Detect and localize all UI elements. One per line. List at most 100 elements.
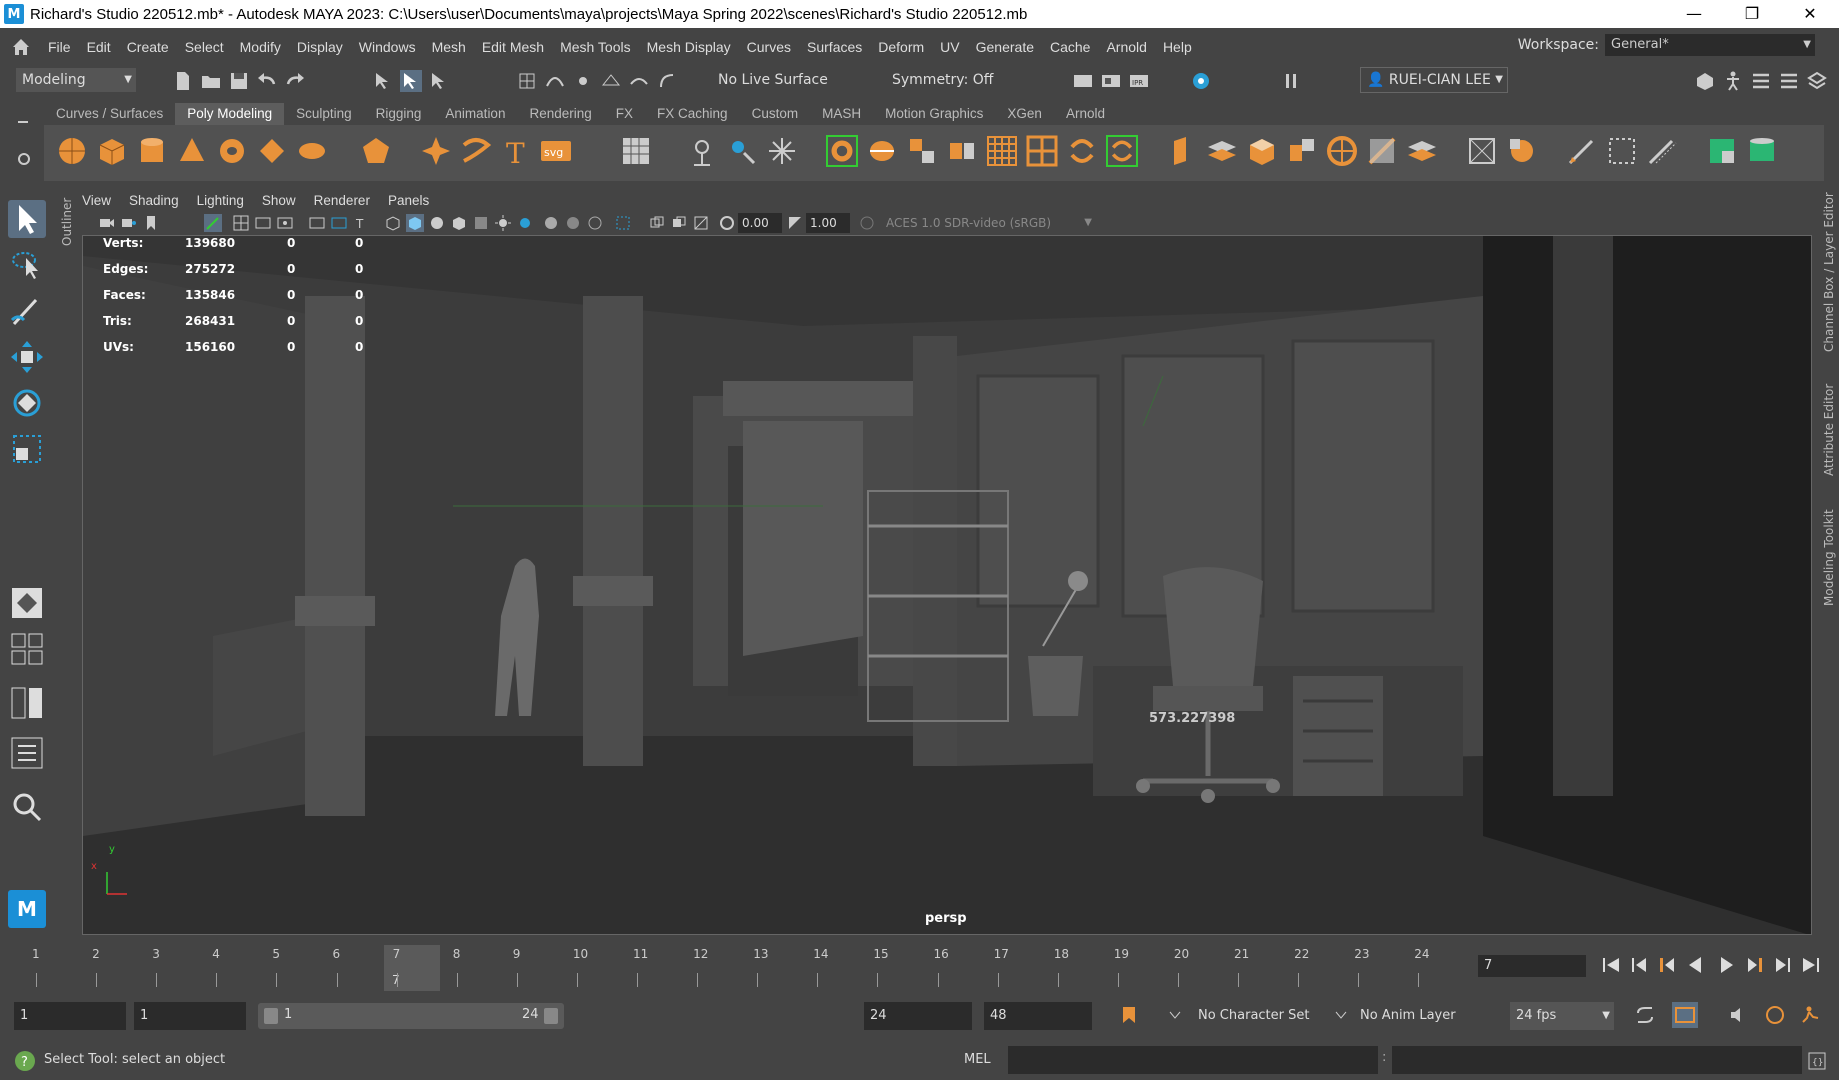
menu-create[interactable]: Create xyxy=(127,39,169,55)
restore-button[interactable]: ❐ xyxy=(1723,0,1781,28)
open-scene-icon[interactable] xyxy=(200,70,222,92)
wireframe-icon[interactable] xyxy=(384,214,402,232)
outliner-side-tab[interactable]: Outliner xyxy=(58,188,74,258)
combine-icon[interactable] xyxy=(826,135,858,167)
shelf-tab-xgen[interactable]: XGen xyxy=(995,103,1054,125)
menu-mesh-tools[interactable]: Mesh Tools xyxy=(560,39,631,55)
paint-select-tool-icon[interactable] xyxy=(8,292,46,330)
menu-set-dropdown[interactable]: Modeling ▼ xyxy=(16,68,136,92)
animation-preferences-icon[interactable] xyxy=(1800,1004,1822,1026)
shelf-tab-custom[interactable]: Custom xyxy=(740,103,811,125)
chevron-down-icon[interactable] xyxy=(1334,1008,1348,1022)
play-forwards-icon[interactable] xyxy=(1716,954,1738,976)
view-transform-dropdown[interactable]: ACES 1.0 SDR-video (sRGB) ▼ xyxy=(882,213,1096,233)
shelf-tab-mash[interactable]: MASH xyxy=(810,103,873,125)
channel-box-tab[interactable]: Channel Box / Layer Editor xyxy=(1820,192,1838,356)
shelf-tab-motion-graphics[interactable]: Motion Graphics xyxy=(873,103,995,125)
snap-to-vertex-icon[interactable] xyxy=(656,70,678,92)
step-forward-key-icon[interactable] xyxy=(1744,954,1766,976)
undo-icon[interactable] xyxy=(256,70,278,92)
retopologize-icon[interactable] xyxy=(1106,135,1138,167)
use-all-lights-icon[interactable] xyxy=(494,214,512,232)
single-pane-layout-icon[interactable] xyxy=(8,584,46,622)
go-to-end-icon[interactable] xyxy=(1800,954,1822,976)
new-scene-icon[interactable] xyxy=(172,70,194,92)
poly-torus-icon[interactable] xyxy=(216,135,248,167)
snap-to-curve-icon[interactable] xyxy=(544,70,566,92)
panel-menu-view[interactable]: View xyxy=(82,190,111,212)
menu-edit-mesh[interactable]: Edit Mesh xyxy=(482,39,544,55)
target-weld-icon[interactable] xyxy=(1466,135,1498,167)
range-end-handle[interactable] xyxy=(544,1008,558,1024)
snap-to-grid-icon[interactable] xyxy=(516,70,538,92)
shelf-tab-rendering[interactable]: Rendering xyxy=(517,103,603,125)
poly-cube-icon[interactable] xyxy=(96,135,128,167)
ipr-render-icon[interactable]: IPR xyxy=(1128,70,1150,92)
human-ik-icon[interactable] xyxy=(1722,70,1744,92)
minimize-button[interactable]: — xyxy=(1665,0,1723,28)
crease-tool-icon[interactable] xyxy=(1606,135,1638,167)
menu-edit[interactable]: Edit xyxy=(87,39,111,55)
render-view-icon[interactable] xyxy=(1072,70,1094,92)
lasso-tool-icon[interactable] xyxy=(8,246,46,284)
reduce-icon[interactable] xyxy=(1026,135,1058,167)
shelf-tab-fx-caching[interactable]: FX Caching xyxy=(645,103,740,125)
redo-icon[interactable] xyxy=(284,70,306,92)
shelf-tab-rigging[interactable]: Rigging xyxy=(364,103,434,125)
wireframe-on-shaded-icon[interactable] xyxy=(428,214,446,232)
character-set-dropdown[interactable]: No Character Set xyxy=(1192,1002,1322,1030)
two-pane-layout-icon[interactable] xyxy=(8,684,46,722)
menu-mesh-display[interactable]: Mesh Display xyxy=(647,39,731,55)
film-gate-icon[interactable] xyxy=(254,214,272,232)
panel-menu-show[interactable]: Show xyxy=(262,190,296,212)
script-editor-icon[interactable]: {} xyxy=(1806,1050,1828,1072)
color-management-icon[interactable] xyxy=(858,214,876,232)
shelf-menu-icon[interactable] xyxy=(16,115,30,129)
select-by-component-icon[interactable] xyxy=(428,70,450,92)
live-surface-field[interactable]: No Live Surface xyxy=(712,68,836,92)
smooth-icon[interactable] xyxy=(986,135,1018,167)
freeze-transform-icon[interactable] xyxy=(726,135,758,167)
menu-deform[interactable]: Deform xyxy=(878,39,924,55)
shelf-tab-poly-modeling[interactable]: Poly Modeling xyxy=(175,103,285,125)
menu-windows[interactable]: Windows xyxy=(359,39,416,55)
bookmark-icon[interactable] xyxy=(142,214,160,232)
tool-settings-icon[interactable] xyxy=(1778,70,1800,92)
pause-icon[interactable] xyxy=(1280,70,1302,92)
shelf-tab-animation[interactable]: Animation xyxy=(433,103,517,125)
resolution-gate-icon[interactable] xyxy=(276,214,294,232)
poly-cone-icon[interactable] xyxy=(176,135,208,167)
safe-action-icon[interactable] xyxy=(330,214,348,232)
extract-icon[interactable] xyxy=(906,135,938,167)
super-shape-icon[interactable] xyxy=(420,135,452,167)
motion-blur-icon[interactable] xyxy=(564,214,582,232)
attribute-editor-icon[interactable] xyxy=(1750,70,1772,92)
menu-modify[interactable]: Modify xyxy=(240,39,281,55)
modeling-toolkit-tab[interactable]: Modeling Toolkit xyxy=(1820,500,1838,610)
snap-to-view-plane-icon[interactable] xyxy=(600,70,622,92)
smooth-shade-icon[interactable] xyxy=(406,214,424,232)
range-slider[interactable]: 1 24 xyxy=(258,1003,564,1029)
shelf-tab-curves-surfaces[interactable]: Curves / Surfaces xyxy=(44,103,175,125)
extrude-icon[interactable] xyxy=(1166,135,1198,167)
center-pivot-icon[interactable] xyxy=(766,135,798,167)
outliner-layout-icon[interactable] xyxy=(8,734,46,772)
channel-box-icon[interactable] xyxy=(1806,70,1828,92)
loop-icon[interactable] xyxy=(1634,1004,1656,1026)
menu-uv[interactable]: UV xyxy=(940,39,959,55)
append-polygon-icon[interactable] xyxy=(1326,135,1358,167)
shelf-tab-sculpting[interactable]: Sculpting xyxy=(284,103,364,125)
shelf-tab-arnold[interactable]: Arnold xyxy=(1054,103,1117,125)
auto-key-icon[interactable] xyxy=(1764,1004,1786,1026)
xray-active-icon[interactable] xyxy=(670,214,688,232)
playback-start-field[interactable]: 1 xyxy=(134,1002,246,1030)
remesh-icon[interactable] xyxy=(1066,135,1098,167)
poly-plane-icon[interactable] xyxy=(256,135,288,167)
menu-display[interactable]: Display xyxy=(297,39,343,55)
play-backwards-icon[interactable] xyxy=(1684,954,1706,976)
fill-hole-icon[interactable] xyxy=(1286,135,1318,167)
insert-edge-loop-icon[interactable] xyxy=(1406,135,1438,167)
field-chart-icon[interactable] xyxy=(308,214,326,232)
home-icon[interactable] xyxy=(10,36,32,58)
shelf-gear-icon[interactable] xyxy=(16,151,32,167)
